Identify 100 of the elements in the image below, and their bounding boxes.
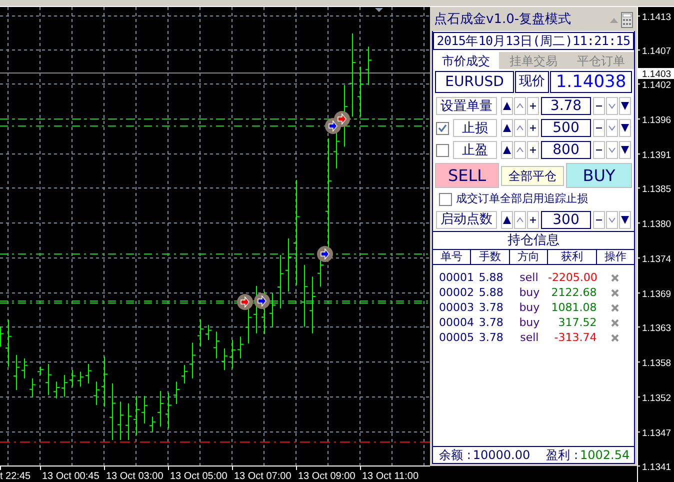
price-axis-label: 1.1396 bbox=[642, 115, 672, 126]
up-triangle-button[interactable] bbox=[501, 119, 513, 137]
price-axis-label: 1.1358 bbox=[642, 358, 672, 369]
value-field[interactable]: 300 bbox=[541, 210, 591, 228]
down-triangle-icon bbox=[621, 216, 629, 224]
up-triangle-icon bbox=[503, 146, 511, 154]
time-axis-label: 13 Oct 07:00 bbox=[234, 471, 292, 482]
caret-down-icon bbox=[608, 102, 616, 110]
direction-cell-text: sell bbox=[518, 270, 540, 286]
direction-cell-text: sell bbox=[519, 330, 540, 346]
ticket-cell-text: 00005 bbox=[438, 330, 472, 346]
collapse-icon bbox=[610, 18, 618, 22]
close-all-button[interactable]: 全部平仓 bbox=[501, 166, 564, 186]
ticket-cell-text: 00001 bbox=[438, 270, 472, 286]
price-axis-label: 1.1352 bbox=[642, 393, 672, 404]
profit-cell-text: -2205.00 bbox=[548, 270, 597, 286]
price-axis-label: 1.1347 bbox=[642, 428, 672, 439]
symbol-field: EURUSD bbox=[435, 71, 514, 93]
column-header: 方向 bbox=[510, 250, 548, 264]
time-axis-label: 13 Oct 05:00 bbox=[170, 471, 228, 482]
down-triangle-button[interactable] bbox=[619, 210, 631, 228]
close-icon[interactable] bbox=[611, 304, 620, 312]
price-axis-label: 1.1391 bbox=[642, 150, 672, 161]
balance-label: 余额 : bbox=[439, 447, 471, 464]
field-label-button[interactable]: 设置单量 bbox=[436, 97, 497, 115]
close-icon[interactable] bbox=[611, 289, 620, 297]
plus-icon bbox=[529, 102, 537, 110]
caret-up-icon bbox=[516, 102, 524, 110]
lots-cell-text: 5.88 bbox=[478, 270, 504, 286]
current-price-label: 1.1403 bbox=[638, 68, 674, 80]
lots-cell-text: 3.78 bbox=[478, 300, 504, 316]
caret-up-icon bbox=[516, 146, 524, 154]
plus-icon bbox=[529, 124, 537, 132]
order-arrow-marker-icon bbox=[317, 246, 333, 262]
down-triangle-button[interactable] bbox=[619, 119, 631, 137]
check-icon bbox=[438, 124, 447, 132]
order-arrow-marker-icon bbox=[237, 294, 253, 310]
panel-title: 点石成金v1.0-复盘模式 bbox=[434, 11, 572, 30]
field-label-button[interactable]: 止损 bbox=[453, 119, 497, 137]
lots-cell-text: 5.88 bbox=[478, 284, 504, 301]
close-icon[interactable] bbox=[611, 274, 620, 282]
caret-up-icon bbox=[516, 216, 524, 224]
time-axis-label: 13 Oct 11:00 bbox=[362, 471, 419, 482]
plus-button[interactable] bbox=[527, 119, 539, 137]
column-header: 手数 bbox=[471, 250, 510, 264]
column-header: 操作 bbox=[603, 250, 628, 264]
up-triangle-button[interactable] bbox=[501, 141, 513, 159]
order-arrow-marker-icon bbox=[334, 111, 350, 127]
balance-value: 10000.00 bbox=[472, 447, 530, 464]
trailing-stop-label: 成交订单全部启用追踪止损 bbox=[456, 191, 588, 207]
order-arrow-marker-icon bbox=[254, 293, 270, 309]
up-triangle-button[interactable] bbox=[501, 97, 513, 115]
plus-icon bbox=[529, 146, 537, 154]
column-header: 获利 bbox=[548, 250, 597, 264]
lots-cell-text: 3.78 bbox=[478, 314, 504, 331]
field-label-button[interactable]: 启动点数 bbox=[436, 210, 497, 228]
minus-button[interactable] bbox=[593, 141, 605, 159]
value-field[interactable]: 800 bbox=[541, 141, 591, 159]
profit-value: 1002.54 bbox=[580, 447, 630, 464]
profit-cell-text: 2122.68 bbox=[550, 284, 597, 301]
date-time-display: 2015年10月13日(周二)11:21:15 bbox=[433, 32, 634, 50]
field-label-button[interactable]: 止盈 bbox=[453, 141, 497, 159]
time-axis-label: 13 Oct 09:00 bbox=[298, 471, 356, 482]
value-field[interactable]: 3.78 bbox=[541, 97, 591, 115]
close-icon[interactable] bbox=[611, 334, 620, 342]
price-label: 现价 bbox=[515, 71, 549, 93]
plus-icon bbox=[529, 216, 537, 224]
time-axis-label: t 22:45 bbox=[0, 471, 31, 482]
positions-title: 持仓信息 bbox=[433, 230, 634, 250]
checkbox[interactable] bbox=[439, 192, 452, 206]
plus-button[interactable] bbox=[527, 210, 539, 228]
sell-button[interactable]: SELL bbox=[435, 163, 499, 188]
plus-button[interactable] bbox=[527, 97, 539, 115]
ticket-cell-text: 00002 bbox=[438, 284, 472, 301]
profit-cell-text: 317.52 bbox=[557, 314, 597, 331]
checkbox[interactable] bbox=[436, 122, 449, 134]
column-header: 单号 bbox=[433, 250, 472, 264]
ticket-cell-text: 00004 bbox=[438, 314, 472, 331]
direction-cell-text: buy bbox=[518, 284, 541, 301]
profit-cell-text: 1081.08 bbox=[550, 300, 597, 316]
checkbox[interactable] bbox=[436, 144, 449, 156]
price-axis-label: 1.1380 bbox=[642, 219, 672, 230]
down-triangle-button[interactable] bbox=[619, 97, 631, 115]
profit-label: 盈利 : bbox=[546, 447, 578, 464]
panel-tab[interactable]: 市价成交 bbox=[433, 52, 499, 69]
down-triangle-icon bbox=[621, 146, 629, 154]
minus-button[interactable] bbox=[593, 97, 605, 115]
buy-button[interactable]: BUY bbox=[566, 163, 632, 188]
profit-cell-text: -313.74 bbox=[553, 330, 597, 346]
triangle-marker-icon bbox=[375, 8, 383, 12]
minus-button[interactable] bbox=[593, 119, 605, 137]
up-triangle-button[interactable] bbox=[501, 210, 513, 228]
plus-button[interactable] bbox=[527, 141, 539, 159]
price-display: 1.14038 bbox=[550, 71, 632, 93]
value-field[interactable]: 500 bbox=[541, 119, 591, 137]
minus-button[interactable] bbox=[593, 210, 605, 228]
down-triangle-button[interactable] bbox=[619, 141, 631, 159]
down-triangle-icon bbox=[621, 124, 629, 132]
up-triangle-icon bbox=[503, 102, 511, 110]
close-icon[interactable] bbox=[611, 319, 620, 327]
